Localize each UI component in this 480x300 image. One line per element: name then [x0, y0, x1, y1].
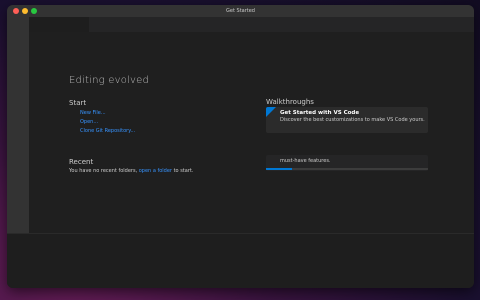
featured-corner-icon	[266, 107, 276, 117]
welcome-subtitle: Editing evolved	[69, 75, 150, 86]
walkthrough-progress-bar	[266, 168, 428, 170]
close-window-button[interactable]	[13, 8, 19, 14]
bottom-panel	[7, 233, 474, 288]
zoom-window-button[interactable]	[31, 8, 37, 14]
tab-bar	[29, 17, 474, 32]
new-file-link[interactable]: New File...	[80, 110, 106, 116]
walkthrough-get-started-card[interactable]: Get Started with VS Code Discover the be…	[266, 107, 428, 133]
open-folder-link[interactable]: open a folder	[139, 168, 172, 174]
vscode-window: Get Started Editing evolved Start New Fi…	[7, 5, 474, 288]
walkthrough-progress-fill	[266, 168, 292, 170]
walkthroughs-heading: Walkthroughs	[266, 98, 314, 106]
walkthrough-features-text: must-have features.	[280, 158, 331, 164]
welcome-page: Editing evolved Start New File... Open..…	[29, 32, 474, 233]
walkthrough-title: Get Started with VS Code	[280, 110, 360, 116]
minimize-window-button[interactable]	[22, 8, 28, 14]
start-heading: Start	[69, 99, 87, 107]
clone-git-repository-link[interactable]: Clone Git Repository...	[80, 128, 135, 134]
walkthrough-description: Discover the best customizations to make…	[280, 117, 425, 123]
window-controls	[13, 8, 37, 14]
recent-text-before: You have no recent folders,	[69, 168, 139, 174]
activity-bar	[7, 17, 29, 233]
open-link[interactable]: Open...	[80, 119, 98, 125]
window-title: Get Started	[226, 8, 255, 14]
tab-get-started[interactable]	[29, 17, 89, 32]
walkthrough-features-card[interactable]: must-have features.	[266, 155, 428, 171]
title-bar: Get Started	[7, 5, 474, 17]
recent-text-after: to start.	[172, 168, 194, 174]
recent-empty-message: You have no recent folders, open a folde…	[69, 168, 193, 174]
recent-heading: Recent	[69, 158, 94, 166]
